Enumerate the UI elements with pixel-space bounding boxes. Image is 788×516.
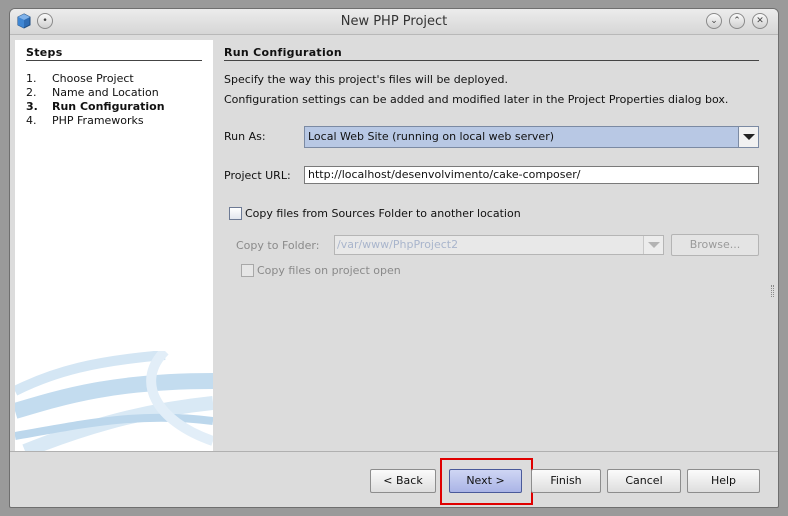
run-as-dropdown[interactable]: Local Web Site (running on local web ser… — [304, 126, 759, 148]
steps-panel: Steps 1. Choose Project 2. Name and Locati… — [15, 40, 213, 451]
chevron-down-icon — [648, 242, 660, 248]
copy-on-open-checkbox[interactable] — [241, 264, 254, 277]
help-button[interactable]: Help — [687, 469, 760, 493]
step-label: PHP Frameworks — [52, 114, 144, 127]
maximize-icon[interactable]: ⌃ — [729, 13, 745, 29]
browse-button[interactable]: Browse... — [671, 234, 759, 256]
step-item-php-frameworks: 4. PHP Frameworks — [26, 114, 144, 127]
step-item-run-configuration: 3. Run Configuration — [26, 100, 165, 113]
section-divider — [224, 60, 759, 61]
steps-divider — [26, 60, 202, 61]
copy-files-checkbox[interactable] — [229, 207, 242, 220]
project-url-value: http://localhost/desenvolvimento/cake-co… — [308, 168, 581, 181]
close-icon[interactable]: ✕ — [752, 13, 768, 29]
project-url-label: Project URL: — [224, 169, 291, 182]
title-bar: • New PHP Project ⌄ ⌃ ✕ — [10, 9, 778, 35]
project-url-input[interactable]: http://localhost/desenvolvimento/cake-co… — [304, 166, 759, 184]
back-button[interactable]: < Back — [370, 469, 436, 493]
step-label: Name and Location — [52, 86, 159, 99]
finish-button[interactable]: Finish — [531, 469, 601, 493]
description-line-1: Specify the way this project's files wil… — [224, 73, 508, 86]
cancel-button[interactable]: Cancel — [607, 469, 681, 493]
run-configuration-panel: Run Configuration Specify the way this p… — [213, 40, 775, 451]
steps-title: Steps — [26, 46, 63, 59]
chevron-down-icon — [743, 134, 755, 140]
footer-divider — [10, 451, 778, 452]
run-as-label: Run As: — [224, 130, 266, 143]
step-number: 4. — [26, 114, 37, 127]
copy-on-open-label[interactable]: Copy files on project open — [257, 264, 401, 277]
step-label: Run Configuration — [52, 100, 165, 113]
description-line-2: Configuration settings can be added and … — [224, 93, 729, 106]
new-php-project-dialog: • New PHP Project ⌄ ⌃ ✕ Steps 1. Choose P… — [9, 8, 779, 508]
section-title: Run Configuration — [224, 46, 343, 59]
copy-to-folder-value: /var/www/PhpProject2 — [337, 238, 459, 251]
run-as-value: Local Web Site (running on local web ser… — [308, 130, 555, 143]
step-item-name-and-location: 2. Name and Location — [26, 86, 159, 99]
step-number: 1. — [26, 72, 37, 85]
copy-to-folder-dropdown[interactable]: /var/www/PhpProject2 — [334, 235, 664, 255]
step-label: Choose Project — [52, 72, 134, 85]
minimize-icon[interactable]: ⌄ — [706, 13, 722, 29]
copy-to-folder-label: Copy to Folder: — [236, 239, 320, 252]
step-number: 2. — [26, 86, 37, 99]
step-item-choose-project: 1. Choose Project — [26, 72, 134, 85]
wizard-swoosh-graphic — [15, 351, 213, 451]
copy-files-label[interactable]: Copy files from Sources Folder to anothe… — [245, 207, 521, 220]
window-title: New PHP Project — [340, 14, 448, 29]
run-as-dropdown-button[interactable] — [738, 127, 758, 147]
next-button-highlight — [440, 458, 533, 505]
resize-grip[interactable] — [771, 285, 774, 297]
step-number: 3. — [26, 100, 38, 113]
copy-to-folder-dropdown-button[interactable] — [643, 236, 663, 254]
